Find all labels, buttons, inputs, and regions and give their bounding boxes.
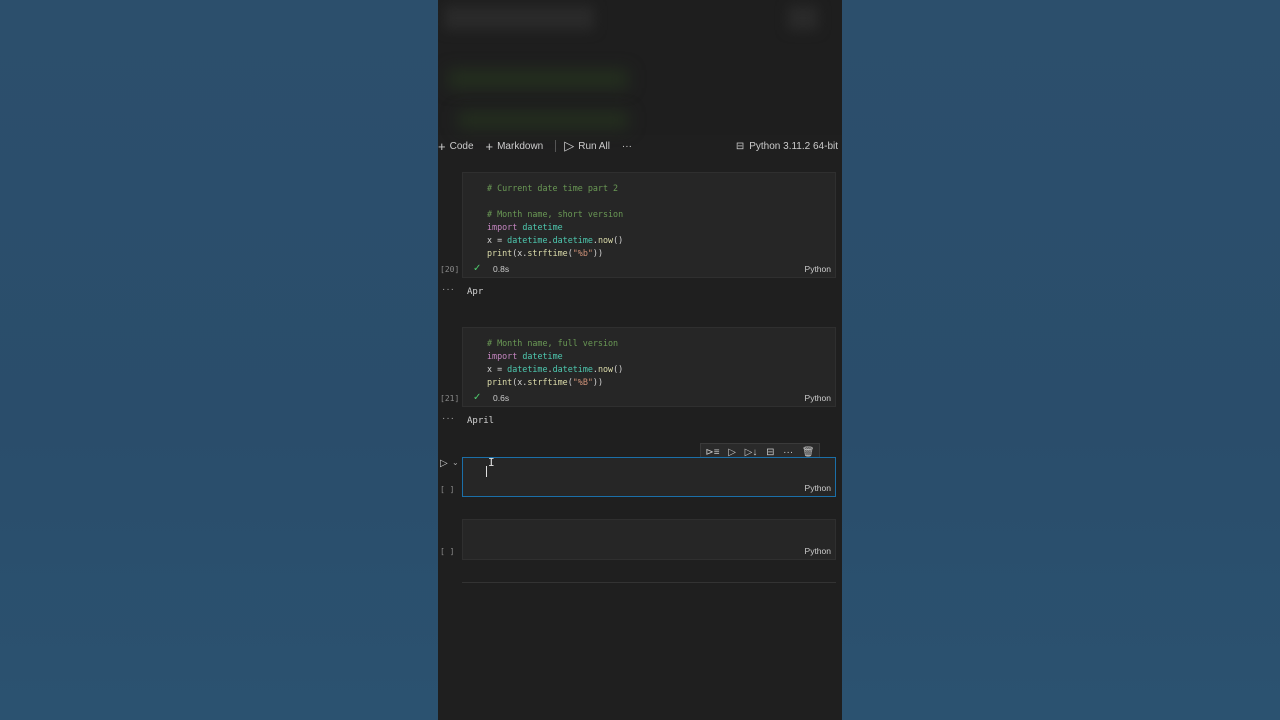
cell-language[interactable]: Python <box>805 264 831 274</box>
code-line: print(x.strftime("%b")) <box>487 248 604 258</box>
plus-icon: + <box>438 138 446 154</box>
cell-divider <box>462 582 836 583</box>
cell-output: Apr <box>467 287 484 297</box>
notebook-window: + Code + Markdown ▷ Run All ··· ⊟ Python… <box>438 0 842 720</box>
code-line: # Month name, full version <box>487 338 619 348</box>
code-line: # Current date time part 2 <box>487 183 619 193</box>
code-editor[interactable]: # Month name, full version import datetim… <box>463 328 835 389</box>
run-all-label: Run All <box>578 140 610 152</box>
cell-status-bar: Python <box>463 480 835 496</box>
code-editor[interactable]: # Current date time part 2 # Month name, … <box>463 173 835 260</box>
more-actions-button[interactable]: ··· <box>622 141 632 152</box>
cell-status-bar: Python <box>463 543 835 559</box>
exec-duration: 0.8s <box>493 264 510 274</box>
blurred-header <box>438 0 842 135</box>
code-line: x = datetime.datetime.now() <box>487 235 624 245</box>
background-right <box>842 0 1280 720</box>
cell-status-bar: ✓ 0.8s Python <box>463 261 835 277</box>
execution-count: [21] <box>440 394 460 403</box>
code-line: x = datetime.datetime.now() <box>487 364 624 374</box>
kernel-label: Python 3.11.2 64-bit <box>749 140 838 152</box>
play-icon[interactable]: ▷ <box>440 458 448 469</box>
play-icon: ▷ <box>564 138 575 153</box>
cell-language[interactable]: Python <box>805 546 831 556</box>
code-cell[interactable]: Python <box>462 519 836 560</box>
add-markdown-label: Markdown <box>497 140 544 152</box>
output-menu-icon[interactable]: ··· <box>442 284 455 295</box>
add-markdown-button[interactable]: + Markdown <box>486 139 544 154</box>
toolbar-divider <box>555 140 557 152</box>
background-left <box>0 0 438 720</box>
execution-count: [ ] <box>440 485 455 494</box>
code-line: # Month name, short version <box>487 209 624 219</box>
code-cell-active[interactable]: Python <box>462 457 836 497</box>
check-icon: ✓ <box>473 263 482 274</box>
exec-duration: 0.6s <box>493 393 510 403</box>
run-all-button[interactable]: ▷ Run All <box>564 138 610 154</box>
plus-icon: + <box>485 138 494 154</box>
text-cursor <box>486 466 487 477</box>
add-code-button[interactable]: + Code <box>438 139 474 154</box>
kernel-icon: ⊟ <box>735 140 745 152</box>
cell-language[interactable]: Python <box>805 483 831 493</box>
code-line: import datetime <box>487 351 563 361</box>
cell-language[interactable]: Python <box>805 393 831 403</box>
code-line: import datetime <box>487 222 563 232</box>
chevron-down-icon[interactable]: ⌄ <box>452 458 459 467</box>
notebook-toolbar: + Code + Markdown ▷ Run All ··· ⊟ Python… <box>438 135 842 157</box>
code-line: print(x.strftime("%B")) <box>487 377 604 387</box>
code-cell[interactable]: # Month name, full version import datetim… <box>462 327 836 407</box>
execution-count: [ ] <box>440 547 455 556</box>
code-cell[interactable]: # Current date time part 2 # Month name, … <box>462 172 836 278</box>
cell-status-bar: ✓ 0.6s Python <box>463 390 835 406</box>
output-menu-icon[interactable]: ··· <box>442 413 455 424</box>
cell-output: April <box>467 416 495 426</box>
kernel-picker[interactable]: ⊟ Python 3.11.2 64-bit <box>736 141 838 152</box>
add-code-label: Code <box>449 140 474 152</box>
ibeam-cursor-icon: I <box>488 456 495 469</box>
check-icon: ✓ <box>473 392 482 403</box>
execution-count: [20] <box>440 265 460 274</box>
